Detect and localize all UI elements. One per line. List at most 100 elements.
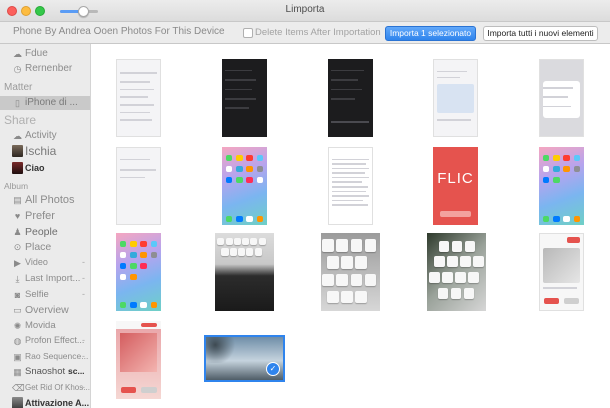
import-all-button[interactable]: Importa tutti i nuovi elementi (483, 26, 598, 41)
sidebar-item-movida[interactable]: ✺ Movida (0, 319, 90, 334)
import-selected-button[interactable]: Importa 1 selezionato (385, 26, 476, 41)
sidebar-item-all-photos[interactable]: ▤ All Photos (0, 193, 90, 208)
clock-icon: ◷ (13, 64, 22, 74)
import-window: Limporta Phone By Andrea Ooen Photos For… (0, 0, 610, 408)
photo-thumbnail-selected[interactable]: ✓ (204, 335, 285, 382)
sidebar-item-people[interactable]: ♟ People (0, 225, 90, 240)
sidebar-item-prefer[interactable]: ♥ Prefer (0, 209, 90, 224)
sidebar-item-place[interactable]: ⊙ Place (0, 240, 90, 255)
person-icon: ♟ (13, 227, 22, 237)
sidebar-heading-album: Album (4, 181, 29, 191)
zoom-window-button[interactable] (35, 6, 45, 16)
import-toolbar: Phone By Andrea Ooen Photos For This Dev… (0, 22, 610, 44)
sidebar-item-label: Movida (25, 320, 56, 331)
photo-thumbnail[interactable] (321, 233, 380, 311)
photo-thumbnail[interactable] (539, 147, 584, 225)
sidebar-item-label: All Photos (25, 194, 75, 206)
camera-icon: ◙ (14, 290, 21, 300)
photo-thumbnail[interactable] (539, 59, 584, 137)
sidebar-item-label: iPhone di ... (25, 97, 78, 108)
photo-thumbnail[interactable] (222, 59, 267, 137)
cloud-icon: ☁ (13, 49, 22, 59)
sidebar-item-depth-effect[interactable]: ◍ Profon Effect... - (0, 334, 90, 349)
item-dash: - (82, 289, 85, 299)
photo-thumbnail[interactable] (116, 59, 161, 137)
screenshot-icon: ▦ (13, 367, 22, 377)
photo-thumbnail[interactable]: FLIC (433, 147, 478, 225)
sidebar-item-ischia[interactable]: Ischia (0, 144, 90, 161)
item-dash: - (82, 335, 85, 345)
title-bar: Limporta (0, 0, 610, 22)
selected-checkmark-icon: ✓ (266, 362, 280, 376)
photo-thumbnail[interactable] (427, 233, 486, 311)
sidebar-item-label: Rao Sequence... (25, 351, 89, 361)
thumbnail-size-slider[interactable] (60, 6, 98, 17)
photo-thumbnail[interactable] (433, 59, 478, 137)
photo-thumbnail[interactable] (116, 321, 161, 399)
delete-after-import-label: Delete Items After Importation (255, 27, 381, 38)
sidebar-item-overview[interactable]: ▭ Overview (0, 303, 90, 318)
photos-icon: ▤ (13, 195, 22, 205)
sidebar-item-label: Snaoshot (25, 366, 66, 377)
sidebar-item-label: Activity (25, 130, 57, 141)
sidebar-heading-share: Share (4, 113, 37, 127)
sidebar: ☁ Fdue ◷ Rernenber Matter ▯ iPhone di ..… (0, 44, 91, 408)
photo-thumbnail[interactable] (116, 233, 161, 311)
cloud-icon: ☁ (13, 131, 22, 141)
item-dash: - (82, 257, 85, 267)
slider-knob[interactable] (77, 6, 89, 17)
sidebar-item-burst-sequence[interactable]: ▣ Rao Sequence... - (0, 350, 90, 365)
item-dash: - (82, 382, 85, 392)
sidebar-item-label: Attivazione A... (25, 398, 90, 408)
sidebar-item-deleted[interactable]: ⌫ Get Rid Of Khos... - (0, 381, 90, 396)
video-icon: ▶ (14, 258, 21, 268)
depth-icon: ◍ (13, 336, 22, 346)
panorama-icon: ▭ (13, 305, 22, 315)
album-thumbnail (12, 145, 23, 157)
sidebar-item-label: Place (25, 241, 52, 253)
sidebar-item-screenshot[interactable]: ▦ Snaoshot sc... (0, 365, 90, 380)
sidebar-item-label: Fdue (25, 48, 48, 59)
sidebar-item-label: Overview (25, 304, 69, 316)
sidebar-item-label: Rernenber (25, 63, 73, 74)
sidebar-item-label: Last Import... (25, 273, 81, 284)
photo-thumbnail[interactable] (215, 233, 274, 311)
photo-thumbnail[interactable] (328, 59, 373, 137)
sidebar-item-label: Get Rid Of Khos... (25, 383, 90, 392)
item-dash: - (82, 273, 85, 283)
import-icon: ⤓ (15, 274, 20, 284)
minimize-window-button[interactable] (21, 6, 31, 16)
sidebar-item-ciao[interactable]: Ciao (0, 161, 90, 176)
sidebar-item-attivazione[interactable]: Attivazione A... (0, 396, 90, 408)
phone-icon: ▯ (15, 98, 20, 108)
sidebar-item-label: Video (25, 257, 48, 267)
sidebar-item-selfie[interactable]: ◙ Selfie - (0, 288, 90, 303)
photo-thumbnail[interactable] (116, 147, 161, 225)
flic-logo-text: FLIC (437, 170, 474, 188)
sidebar-heading-matter: Matter (4, 82, 33, 93)
sidebar-item-label: Selfie (25, 289, 49, 300)
delete-after-import-checkbox[interactable] (243, 28, 253, 38)
sidebar-item-activity[interactable]: ☁ Activity (0, 129, 90, 144)
sidebar-item-last-import[interactable]: ⤓ Last Import... - (0, 272, 90, 287)
sidebar-item-label: Prefer (25, 210, 55, 222)
trash-icon: ⌫ (12, 383, 25, 393)
photo-grid[interactable]: FLIC ✓ (91, 44, 610, 408)
photo-thumbnail[interactable] (328, 147, 373, 225)
timelapse-icon: ✺ (13, 321, 22, 331)
device-name: Phone By Andrea Ooen Photos For This Dev… (13, 26, 225, 37)
album-thumbnail (12, 162, 23, 174)
heart-icon: ♥ (14, 211, 21, 221)
photo-thumbnail[interactable] (222, 147, 267, 225)
close-window-button[interactable] (7, 6, 17, 16)
album-thumbnail (12, 397, 23, 408)
sidebar-item-label: Profon Effect... (25, 335, 85, 345)
sidebar-item-label: People (25, 226, 58, 238)
sidebar-item-remember[interactable]: ◷ Rernenber (0, 62, 90, 77)
sidebar-item-label: Ciao (25, 163, 45, 173)
sidebar-item-device[interactable]: ▯ iPhone di ... (0, 96, 90, 111)
photo-thumbnail[interactable] (539, 233, 584, 311)
sidebar-item-suffix: sc... (68, 366, 85, 376)
sidebar-item-video[interactable]: ▶ Video - (0, 256, 90, 271)
sidebar-item-fdue[interactable]: ☁ Fdue (0, 47, 90, 62)
